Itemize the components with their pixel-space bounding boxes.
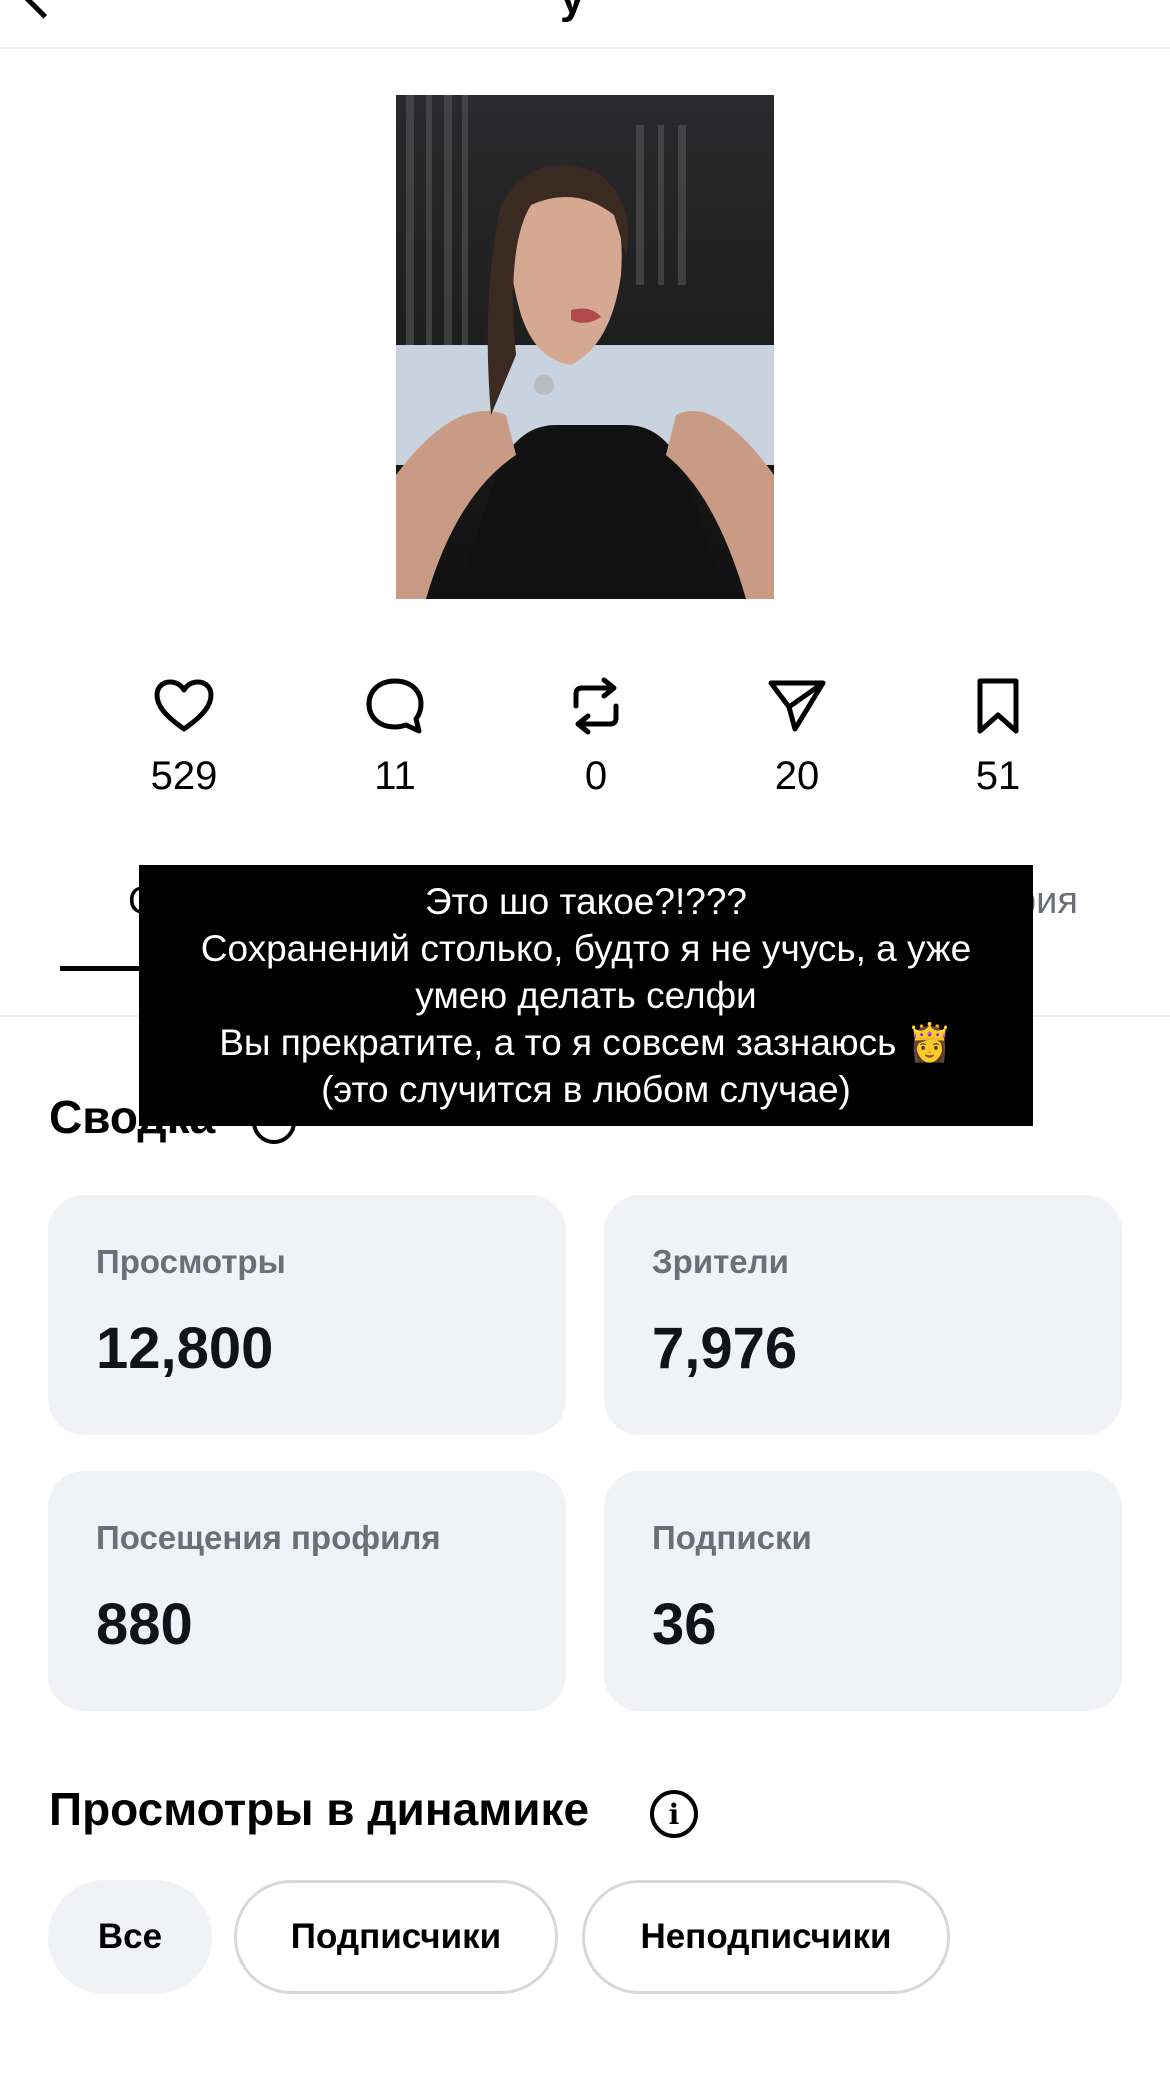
caption-line: умею делать селфи [415,975,757,1016]
likes-count: 529 [150,754,218,798]
likes-metric[interactable]: 529 [109,672,259,799]
info-icon[interactable]: i [650,1790,698,1838]
viewers-label: Зрители [652,1243,789,1280]
comments-metric[interactable]: 11 [320,672,470,799]
comments-count: 11 [374,754,416,798]
repost-icon [521,672,671,740]
follows-card: Подписки 36 [604,1471,1122,1711]
caption-line: Сохранений столько, будто я не учусь, а … [200,928,972,969]
views-value: 12,800 [96,1316,274,1381]
profile-visits-label: Посещения профиля [96,1519,441,1556]
story-caption: Это шо такое?!??? Сохранений столько, бу… [139,865,1033,1126]
bookmarks-metric[interactable]: 51 [923,672,1073,799]
reposts-count: 0 [584,754,608,798]
views-dynamics-title: Просмотры в динамике [49,1783,590,1835]
header-divider [0,47,1170,49]
follows-value: 36 [652,1592,717,1657]
comment-icon [320,672,470,740]
profile-visits-value: 880 [96,1592,193,1657]
caption-line: (это случится в любом случае) [321,1069,851,1110]
profile-visits-card: Посещения профиля 880 [48,1471,566,1711]
views-label: Просмотры [96,1243,286,1280]
viewers-value: 7,976 [652,1316,798,1381]
info-icon[interactable] [252,1100,296,1144]
filter-non-followers-chip[interactable]: Неподписчики [582,1880,950,1994]
back-chevron-icon[interactable] [24,0,63,19]
bookmark-icon [923,672,1073,740]
shares-count: 20 [774,754,820,798]
shares-metric[interactable]: 20 [722,672,872,799]
summary-title: Сводка [49,1091,216,1143]
filter-all-chip[interactable]: Все [48,1880,212,1994]
filter-followers-chip[interactable]: Подписчики [234,1880,558,1994]
top-bar: у [0,0,1170,47]
viewers-card: Зрители 7,976 [604,1195,1122,1435]
caption-line: Вы прекратите, а то я совсем зазнаюсь 👸 [219,1022,953,1063]
views-card: Просмотры 12,800 [48,1195,566,1435]
post-image[interactable] [396,95,774,599]
caption-line: Это шо такое?!??? [425,881,747,922]
reposts-metric[interactable]: 0 [521,672,671,799]
bookmarks-count: 51 [975,754,1021,798]
send-icon [722,672,872,740]
heart-icon [109,672,259,740]
page-title: у [560,0,586,24]
follows-label: Подписки [652,1519,812,1556]
